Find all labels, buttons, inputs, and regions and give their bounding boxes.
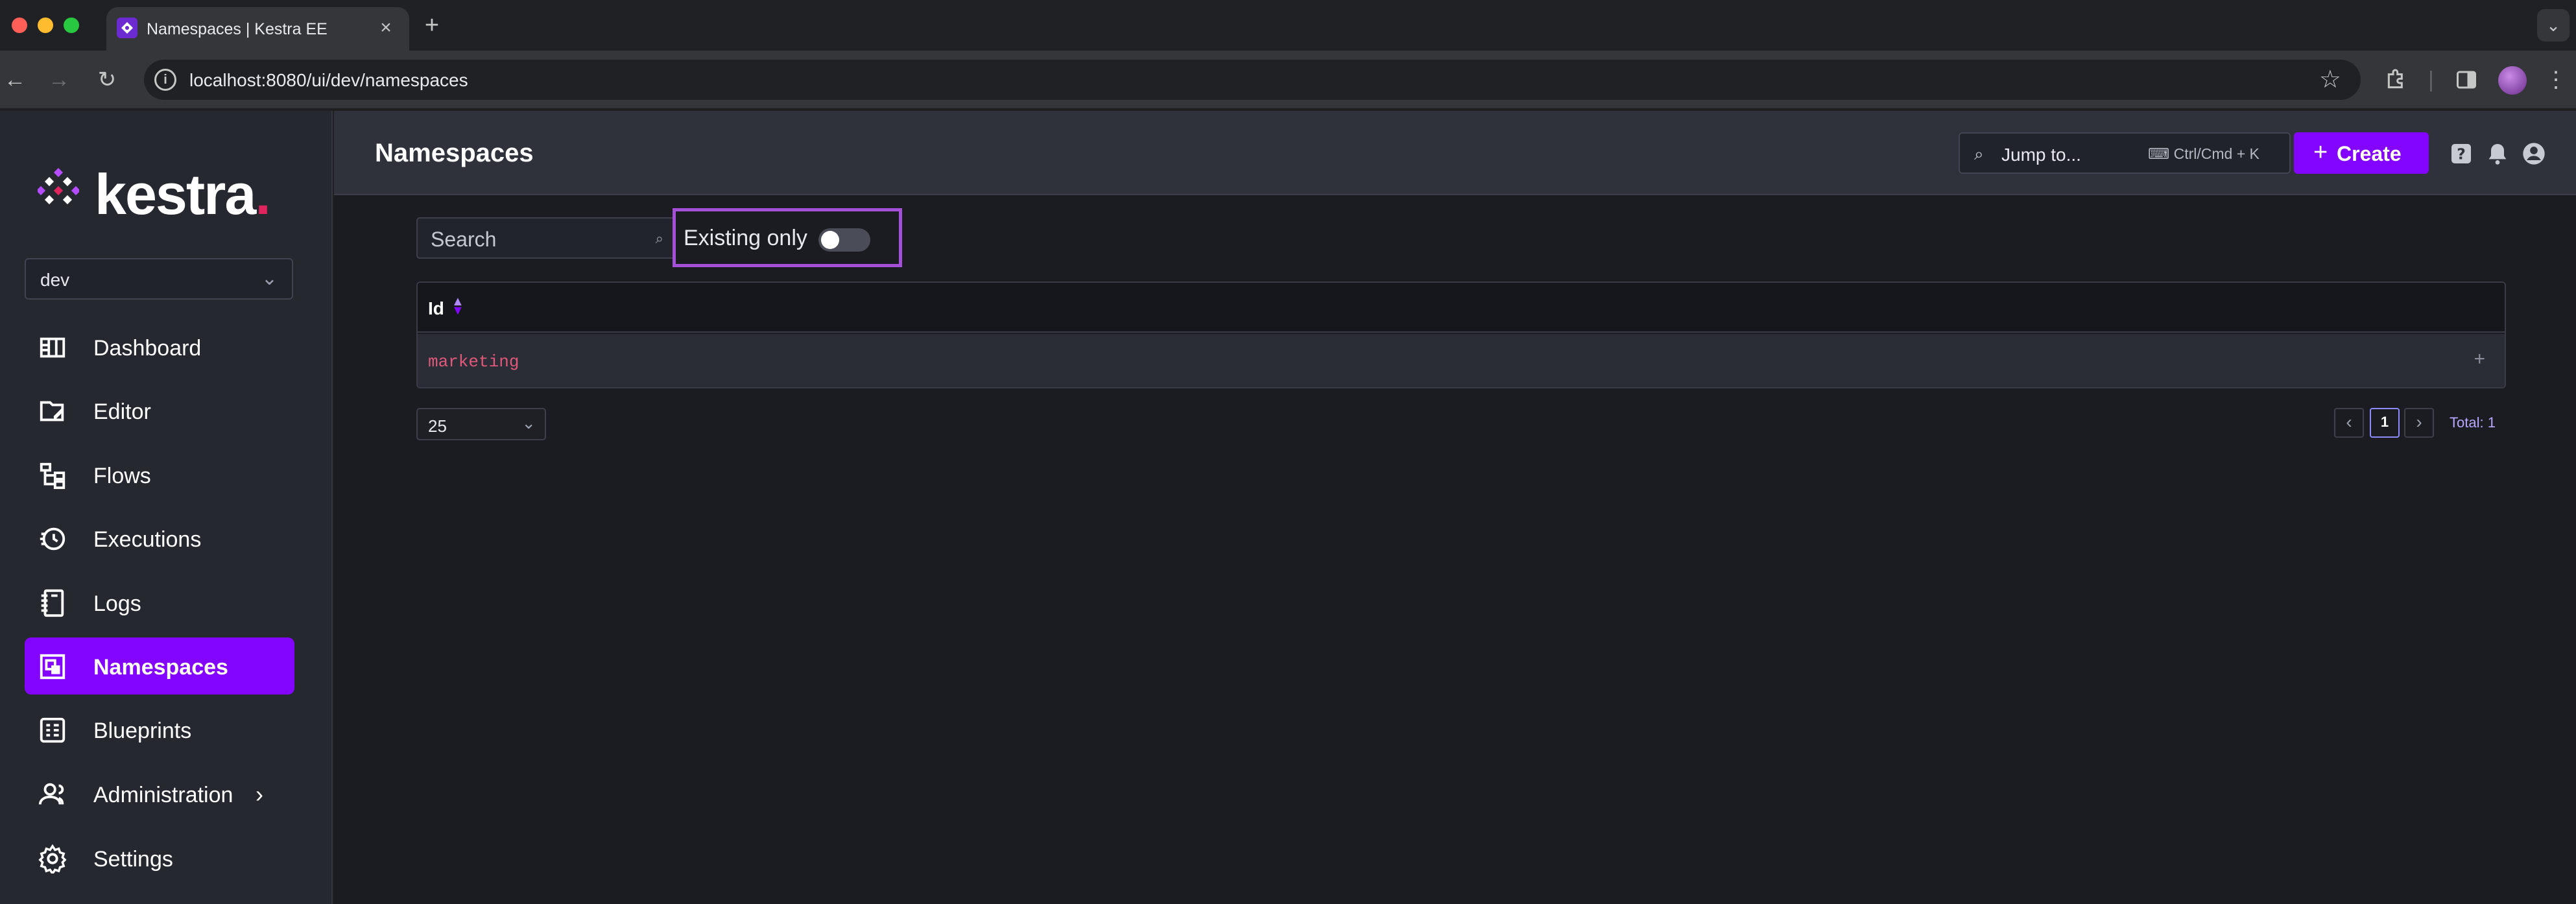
sidebar-item-label: Logs [93,591,141,616]
sidebar-item-label: Dashboard [93,336,202,361]
editor-icon [40,401,64,422]
sidebar-item-editor[interactable]: Editor [25,382,294,439]
namespaces-icon [40,654,66,680]
sidebar-item-label: Flows [93,464,151,488]
address-bar[interactable]: i localhost:8080/ui/dev/namespaces ☆ [144,60,2361,100]
plus-icon: + [2313,139,2328,166]
page-size-value: 25 [428,416,447,436]
sidebar-item-settings[interactable]: Settings [25,829,294,886]
logs-icon [41,589,64,617]
kestra-favicon-icon [117,18,137,38]
create-button[interactable]: + Create [2294,132,2429,174]
table-header: Id ▲ ▼ [418,283,2505,333]
url-text[interactable]: localhost:8080/ui/dev/namespaces [189,70,468,91]
search-icon: ⌕ [655,230,663,246]
sidebar-item-label: Namespaces [93,655,228,680]
tab-search-chevron-icon[interactable]: ⌄ [2537,9,2570,42]
help-icon[interactable]: ? [2448,141,2474,167]
existing-only-toggle[interactable] [818,228,870,252]
profile-avatar[interactable] [2498,66,2527,95]
browser-tab-bar: Namespaces | Kestra EE × + ⌄ [0,0,2576,51]
keyboard-shortcut-hint: ⌨ Ctrl/Cmd + K [2148,145,2260,162]
kestra-wordmark: kestra. [95,162,271,226]
sidebar-item-label: Blueprints [93,719,192,743]
page-header: Namespaces ⌕ Jump to... ⌨ Ctrl/Cmd + K +… [334,111,2576,195]
toggle-knob [821,231,839,249]
browser-tab[interactable]: Namespaces | Kestra EE × [106,7,409,51]
namespaces-table: Id ▲ ▼ marketing + [416,281,2506,388]
jump-to-label: Jump to... [2001,145,2081,165]
window-close-button[interactable] [12,18,27,33]
tab-title: Namespaces | Kestra EE [147,20,328,38]
browser-toolbar: ← → ↻ i localhost:8080/ui/dev/namespaces… [0,51,2576,110]
sidebar-item-namespaces[interactable]: Namespaces [25,637,294,695]
reload-icon[interactable]: ↻ [92,65,122,95]
new-tab-button[interactable]: + [418,12,446,39]
search-placeholder: Search [431,228,497,251]
flows-icon [40,462,66,490]
kestra-logo-icon [36,167,81,205]
user-account-icon[interactable] [2521,141,2547,167]
jump-to-search[interactable]: ⌕ Jump to... ⌨ Ctrl/Cmd + K [1959,132,2291,174]
page-size-select[interactable]: 25 ⌄ [416,408,546,440]
chevron-right-icon[interactable]: › [256,781,263,808]
existing-only-filter: Existing only [673,208,902,267]
bookmark-star-icon[interactable]: ☆ [2319,66,2341,93]
settings-icon [38,844,67,874]
main-content: Search ⌕ Existing only Id ▲ ▼ marketing +… [334,195,2576,904]
dashboard-icon [40,337,66,358]
sort-icon[interactable]: ▲ ▼ [451,295,464,317]
kestra-logo[interactable]: kestra. [36,162,271,226]
next-page-button[interactable]: › [2404,408,2434,438]
sidebar-item-dashboard[interactable]: Dashboard [25,318,294,375]
blueprints-icon [40,717,66,743]
toolbar-divider: | [2428,67,2434,92]
administration-icon [38,783,64,805]
chevron-down-icon: ⌄ [521,413,536,433]
sidebar-item-executions[interactable]: Executions [25,510,294,567]
namespace-id-cell[interactable]: marketing [428,352,519,372]
previous-page-button[interactable]: ‹ [2334,408,2364,438]
search-input[interactable]: Search ⌕ [416,217,674,259]
sidebar-item-blueprints[interactable]: Blueprints [25,701,294,758]
add-icon[interactable]: + [2474,348,2485,370]
browser-menu-icon[interactable]: ⋮ [2545,65,2567,95]
sidebar-item-flows[interactable]: Flows [25,446,294,503]
create-button-label: Create [2337,142,2402,165]
extensions-icon[interactable] [2381,65,2411,95]
sidebar-item-label: Editor [93,399,151,424]
forward-arrow-icon[interactable]: → [44,65,74,95]
bell-icon[interactable] [2485,141,2510,167]
current-page-button[interactable]: 1 [2370,408,2400,438]
search-icon: ⌕ [1974,144,1984,163]
executions-icon [40,527,66,551]
tenant-value: dev [40,270,70,290]
sidebar-item-label: Settings [93,847,173,872]
svg-text:?: ? [2457,145,2466,163]
chevron-down-icon: ⌄ [261,268,278,289]
back-arrow-icon[interactable]: ← [0,65,30,95]
existing-only-label: Existing only [684,226,807,250]
sidebar-item-logs[interactable]: Logs [25,574,294,631]
window-maximize-button[interactable] [64,18,79,33]
table-row[interactable]: marketing + [418,334,2505,387]
side-panel-icon[interactable] [2451,65,2481,95]
page-title: Namespaces [375,139,534,167]
tenant-select[interactable]: dev ⌄ [25,258,293,300]
site-info-icon[interactable]: i [154,69,176,91]
sidebar-item-label: Administration [93,783,233,807]
window-minimize-button[interactable] [38,18,53,33]
total-count: Total: 1 [2450,414,2496,431]
sidebar: kestra. dev ⌄ Dashboard Editor Flows Exe… [0,111,333,904]
sidebar-item-administration[interactable]: Administration › [25,765,294,822]
tab-close-icon[interactable]: × [374,16,398,40]
sidebar-item-label: Executions [93,527,202,552]
column-header-id[interactable]: Id [428,298,444,319]
